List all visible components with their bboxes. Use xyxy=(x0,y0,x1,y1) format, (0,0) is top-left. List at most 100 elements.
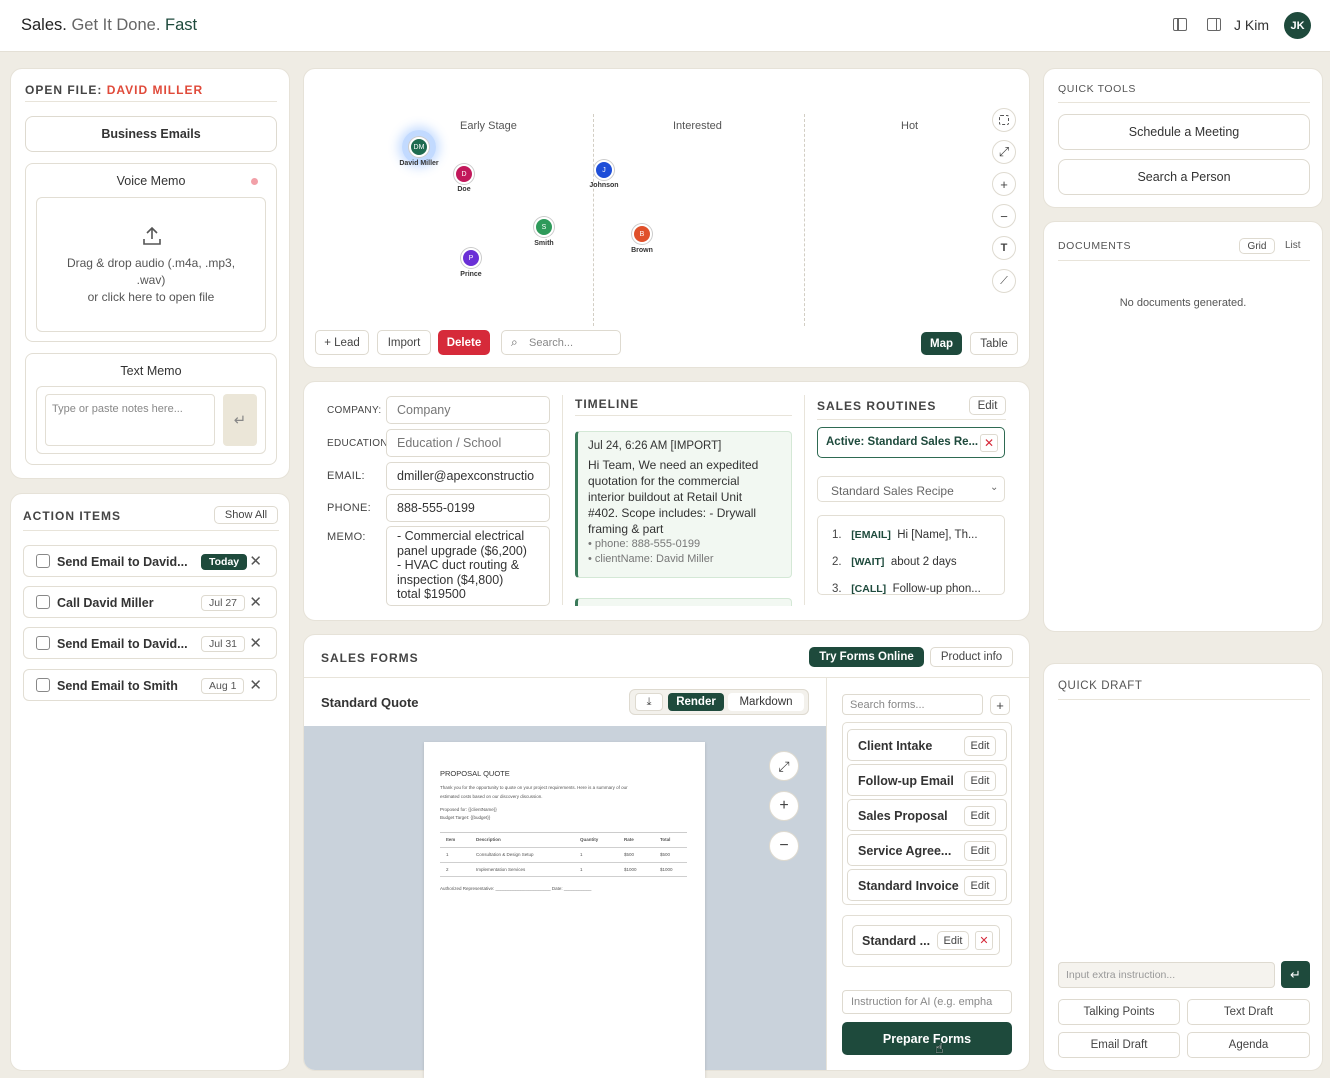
preview-zoom-out-icon[interactable]: − xyxy=(769,831,799,861)
lead-node[interactable]: S xyxy=(534,217,554,237)
grid-view-button[interactable]: Grid xyxy=(1239,238,1275,254)
lead-node-label: Johnson xyxy=(589,182,619,189)
lead-node-label: David Miller xyxy=(399,160,439,167)
routines-edit-button[interactable]: Edit xyxy=(969,396,1006,415)
routine-step[interactable]: 1. [EMAIL] Hi [Name], Th... xyxy=(832,529,978,541)
import-button[interactable]: Import xyxy=(377,330,431,355)
zoom-out-icon[interactable]: − xyxy=(992,204,1016,228)
email-draft-button[interactable]: Email Draft xyxy=(1058,1032,1180,1058)
ai-instruction-input[interactable]: Instruction for AI (e.g. empha xyxy=(842,990,1012,1014)
map-search-box: ⌕ Search... xyxy=(501,330,621,355)
forms-search-input[interactable]: Search forms... xyxy=(842,694,983,715)
education-input[interactable]: Education / School xyxy=(386,429,550,457)
markdown-button[interactable]: Markdown xyxy=(728,693,804,711)
download-icon[interactable]: ⤓ xyxy=(635,693,663,711)
schedule-meeting-button[interactable]: Schedule a Meeting xyxy=(1058,114,1310,150)
action-item-text: Send Email to David... xyxy=(57,637,188,651)
form-edit-button[interactable]: Edit xyxy=(964,736,996,756)
open-file-card: OPEN FILE: DAVID MILLER Business Emails … xyxy=(10,68,290,479)
form-edit-button[interactable]: Edit xyxy=(964,771,996,791)
lead-node[interactable]: J xyxy=(594,160,614,180)
add-form-button[interactable]: + xyxy=(990,695,1010,715)
form-item[interactable]: Standard Invoice Edit xyxy=(847,869,1007,901)
remove-icon[interactable]: ✕ xyxy=(249,552,262,570)
text-draft-button[interactable]: Text Draft xyxy=(1187,999,1310,1025)
quick-draft-title: QUICK DRAFT xyxy=(1058,680,1143,692)
avatar[interactable]: JK xyxy=(1284,12,1311,39)
talking-points-button[interactable]: Talking Points xyxy=(1058,999,1180,1025)
action-item-checkbox[interactable] xyxy=(36,554,50,568)
timeline-entry[interactable]: Jul 24, 6:26 AM [IMPORT] Hi Team, We nee… xyxy=(575,431,792,578)
memo-textarea[interactable]: - Commercial electrical panel upgrade ($… xyxy=(386,526,550,606)
text-tool-icon[interactable]: T xyxy=(992,236,1016,260)
email-input[interactable]: dmiller@apexconstructio xyxy=(386,462,550,490)
form-item[interactable]: Sales Proposal Edit xyxy=(847,799,1007,831)
form-item[interactable]: Follow-up Email Edit xyxy=(847,764,1007,796)
render-button[interactable]: Render xyxy=(668,693,724,711)
remove-icon[interactable]: ✕ xyxy=(249,634,262,652)
column-divider xyxy=(804,395,805,605)
pipeline-map-card: Early Stage Interested Hot xyxy=(303,68,1030,368)
expand-icon[interactable]: ⤢ xyxy=(992,140,1016,164)
selected-form-item[interactable]: Standard ... Edit ✕ xyxy=(852,925,1000,955)
lead-node[interactable]: D xyxy=(454,164,474,184)
routine-step[interactable]: 3. [CALL] Follow-up phon... xyxy=(832,583,981,594)
routine-select[interactable]: Standard Sales Recipe ⌄ xyxy=(817,476,1005,502)
action-item-checkbox[interactable] xyxy=(36,678,50,692)
action-item-checkbox[interactable] xyxy=(36,636,50,650)
remove-icon[interactable]: ✕ xyxy=(249,676,262,694)
form-edit-button[interactable]: Edit xyxy=(964,876,996,896)
submit-memo-button[interactable]: ↵ xyxy=(223,394,257,446)
phone-input[interactable]: 888-555-0199 xyxy=(386,494,550,522)
try-forms-online-button[interactable]: Try Forms Online xyxy=(809,647,924,667)
text-memo-title: Text Memo xyxy=(120,364,182,378)
preview-intro: Thank you for the opportunity to quote o… xyxy=(440,785,628,790)
right-panel-toggle-icon[interactable] xyxy=(1207,18,1221,31)
action-item: Send Email to Smith Aug 1 ✕ xyxy=(23,669,277,701)
lead-node[interactable]: DM xyxy=(409,137,429,157)
remove-icon[interactable]: ✕ xyxy=(249,593,262,611)
prepare-forms-button[interactable]: Prepare Forms xyxy=(842,1022,1012,1055)
lead-node[interactable]: P xyxy=(461,248,481,268)
add-lead-button[interactable]: + Lead xyxy=(315,330,369,355)
form-item[interactable]: Client Intake Edit xyxy=(847,729,1007,761)
record-indicator-icon[interactable] xyxy=(251,178,258,185)
text-memo-input[interactable]: Type or paste notes here... xyxy=(45,394,215,446)
form-edit-button[interactable]: Edit xyxy=(964,806,996,826)
stage-label: Hot xyxy=(901,120,919,132)
left-panel-toggle-icon[interactable] xyxy=(1173,18,1187,31)
zoom-in-icon[interactable]: + xyxy=(992,172,1016,196)
action-item-date: Aug 1 xyxy=(201,678,245,694)
agenda-button[interactable]: Agenda xyxy=(1187,1032,1310,1058)
delete-button[interactable]: Delete xyxy=(438,330,490,355)
company-input[interactable]: Company xyxy=(386,396,550,424)
selected-form-edit-button[interactable]: Edit xyxy=(937,931,969,950)
action-item-date: Jul 27 xyxy=(201,595,246,611)
routine-step[interactable]: 2. [WAIT] about 2 days xyxy=(832,556,957,568)
preview-expand-icon[interactable]: ⤢ xyxy=(769,751,799,781)
map-search-input[interactable]: Search... xyxy=(529,337,573,349)
list-view-button[interactable]: List xyxy=(1285,240,1301,251)
map-view-button[interactable]: Map xyxy=(921,332,962,355)
action-item: Send Email to David... Jul 31 ✕ xyxy=(23,627,277,659)
submit-draft-button[interactable]: ↵ xyxy=(1281,961,1310,988)
draft-instruction-input[interactable]: Input extra instruction... xyxy=(1058,962,1275,988)
show-all-button[interactable]: Show All xyxy=(214,506,278,524)
form-edit-button[interactable]: Edit xyxy=(964,841,996,861)
audio-drop-zone[interactable]: Drag & drop audio (.m4a, .mp3, .wav) or … xyxy=(36,197,266,332)
sales-routines-title: SALES ROUTINES xyxy=(817,399,937,413)
drop-text-3: or click here to open file xyxy=(87,290,215,304)
remove-routine-icon[interactable]: ✕ xyxy=(980,434,998,452)
select-icon[interactable] xyxy=(992,108,1016,132)
link-icon[interactable]: ⟋ xyxy=(992,269,1016,293)
preview-zoom-in-icon[interactable]: + xyxy=(769,791,799,821)
product-info-button[interactable]: Product info xyxy=(930,647,1013,667)
lead-node[interactable]: B xyxy=(632,224,652,244)
business-emails-button[interactable]: Business Emails xyxy=(25,116,277,152)
form-item[interactable]: Service Agree... Edit xyxy=(847,834,1007,866)
table-view-button[interactable]: Table xyxy=(970,332,1018,355)
remove-form-icon[interactable]: ✕ xyxy=(975,931,993,950)
action-item-checkbox[interactable] xyxy=(36,595,50,609)
search-person-button[interactable]: Search a Person xyxy=(1058,159,1310,195)
quick-draft-card: QUICK DRAFT Input extra instruction... ↵… xyxy=(1043,663,1323,1071)
